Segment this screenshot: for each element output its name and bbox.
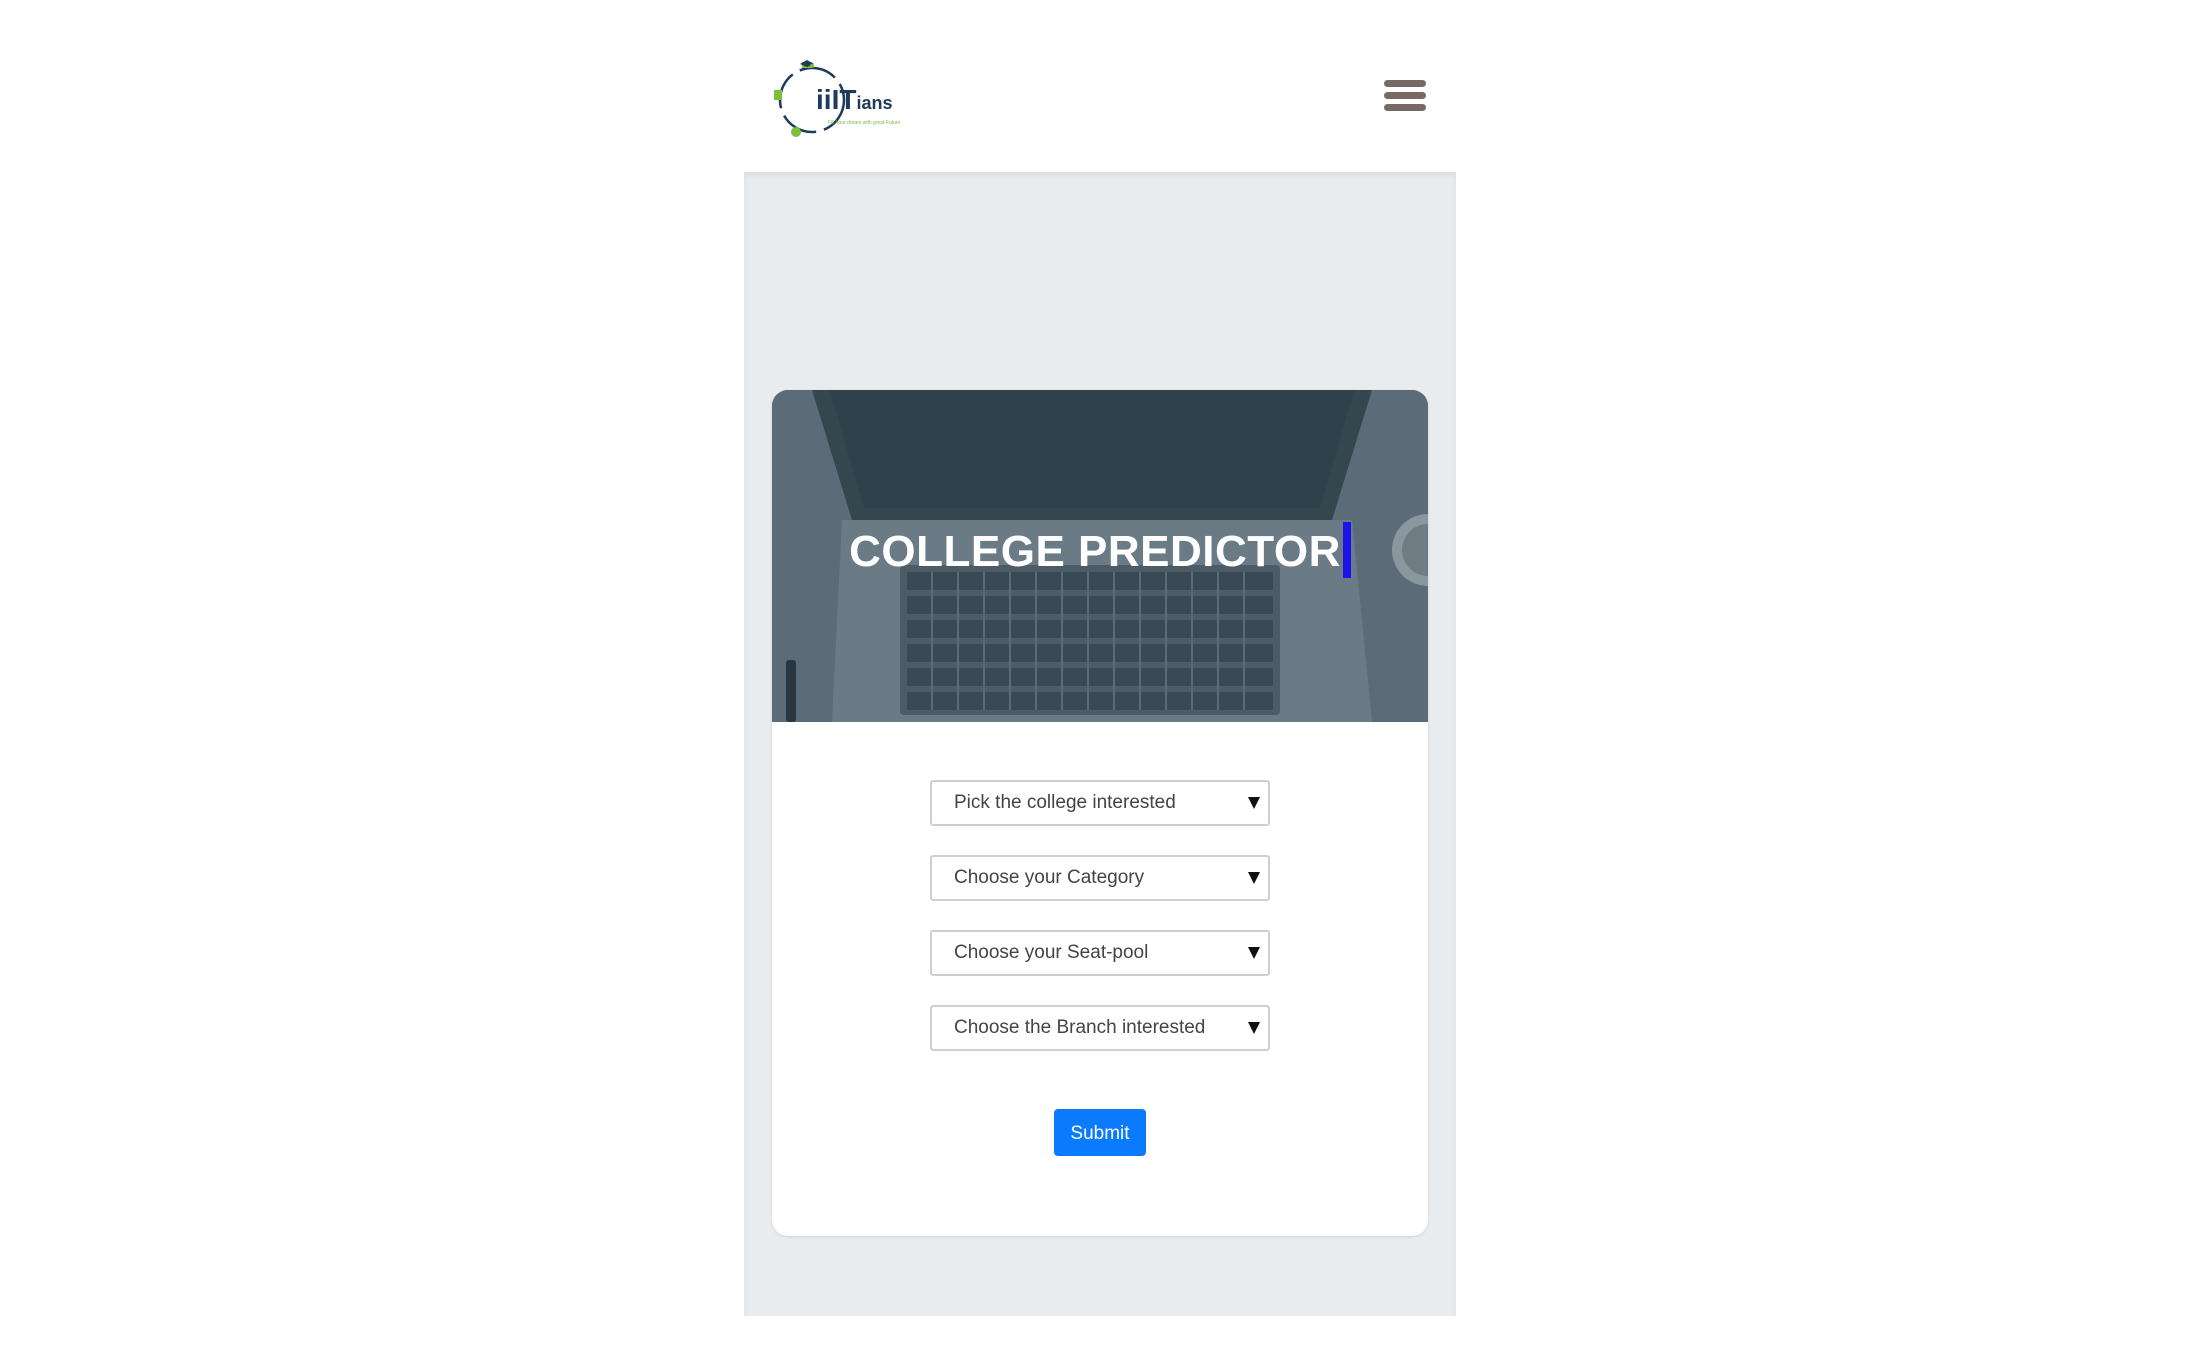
logo-text-prefix: ii bbox=[816, 84, 832, 115]
logo-wordmark: iiITians bbox=[816, 86, 892, 114]
dropdown-arrow-icon bbox=[1248, 1022, 1260, 1034]
hero-banner: COLLEGE PREDICTOR bbox=[772, 390, 1428, 722]
page-title: COLLEGE PREDICTOR bbox=[772, 522, 1428, 582]
submit-button[interactable]: Submit bbox=[1054, 1109, 1146, 1156]
page-title-text: COLLEGE PREDICTOR bbox=[849, 527, 1341, 576]
menu-bar-bottom bbox=[1384, 104, 1426, 111]
college-select-value: Pick the college interested bbox=[954, 792, 1176, 813]
category-select[interactable]: Choose your Category bbox=[930, 855, 1270, 901]
hamburger-menu-button[interactable] bbox=[1384, 80, 1428, 120]
dropdown-arrow-icon bbox=[1248, 872, 1260, 884]
seat-pool-select[interactable]: Choose your Seat-pool bbox=[930, 930, 1270, 976]
main-content: COLLEGE PREDICTOR Pick the college inter… bbox=[744, 172, 1456, 1316]
menu-bar-top bbox=[1384, 80, 1426, 87]
dropdown-arrow-icon bbox=[1248, 947, 1260, 959]
typing-caret bbox=[1342, 522, 1351, 579]
category-select-value: Choose your Category bbox=[954, 867, 1145, 888]
logo-text-main: IT bbox=[831, 84, 857, 115]
logo-text-suffix: ians bbox=[856, 93, 893, 113]
logo-tagline: Fill Your dream with great Future bbox=[828, 120, 901, 126]
site-header: iiITians Fill Your dream with great Futu… bbox=[744, 0, 1456, 172]
college-select[interactable]: Pick the college interested bbox=[930, 780, 1270, 826]
dropdown-arrow-icon bbox=[1248, 797, 1260, 809]
page: iiITians Fill Your dream with great Futu… bbox=[0, 0, 2200, 1350]
branch-select[interactable]: Choose the Branch interested bbox=[930, 1005, 1270, 1051]
seat-pool-select-value: Choose your Seat-pool bbox=[954, 942, 1149, 963]
menu-bar-middle bbox=[1384, 92, 1426, 99]
branch-select-value: Choose the Branch interested bbox=[954, 1017, 1206, 1038]
predictor-card: COLLEGE PREDICTOR Pick the college inter… bbox=[772, 390, 1428, 1236]
iitians-logo[interactable]: iiITians Fill Your dream with great Futu… bbox=[772, 60, 902, 140]
